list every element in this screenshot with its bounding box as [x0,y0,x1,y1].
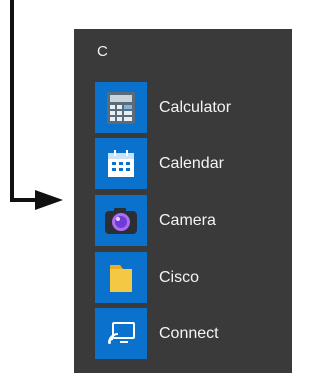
app-item-calendar[interactable]: Calendar [95,138,275,189]
group-header-letter[interactable]: C [97,43,108,60]
connect-icon [95,308,147,359]
app-item-cisco[interactable]: Cisco [95,252,275,303]
app-item-camera[interactable]: Camera [95,195,275,246]
app-label: Calculator [159,98,232,116]
app-label: Camera [159,211,216,229]
pointer-arrow-head [35,190,63,210]
calendar-icon [95,138,147,189]
camera-icon [95,195,147,246]
app-label: Connect [159,324,219,342]
calculator-icon [95,82,147,133]
app-item-calculator[interactable]: Calculator [95,82,275,133]
app-item-connect[interactable]: Connect [95,308,275,359]
app-label: Cisco [159,268,200,286]
pointer-arrow-shaft [10,0,14,202]
app-label: Calendar [159,154,224,172]
pointer-arrow-elbow [10,198,35,202]
folder-icon [95,252,147,303]
